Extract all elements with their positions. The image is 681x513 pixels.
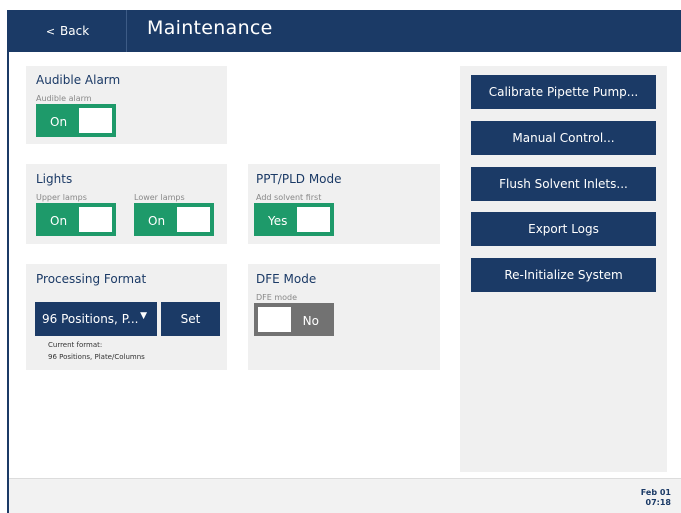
lower-lamps-toggle[interactable]: On: [134, 203, 214, 236]
current-format-label: Current format:: [48, 341, 103, 349]
back-label: Back: [60, 24, 90, 38]
header-bar: < Back Maintenance: [9, 10, 681, 52]
processing-format-title: Processing Format: [36, 272, 147, 286]
export-logs-button[interactable]: Export Logs: [471, 212, 656, 246]
footer-bar: Feb 01 07:18: [9, 478, 681, 513]
re-initialize-system-button[interactable]: Re-Initialize System: [471, 258, 656, 292]
audible-alarm-label: Audible alarm: [36, 94, 92, 103]
time-text: 07:18: [645, 498, 671, 507]
toggle-knob: [177, 207, 210, 232]
add-solvent-first-toggle[interactable]: Yes: [254, 203, 334, 236]
lower-lamps-label: Lower lamps: [134, 193, 185, 202]
toggle-state: No: [302, 314, 319, 328]
add-solvent-first-label: Add solvent first: [256, 193, 322, 202]
upper-lamps-label: Upper lamps: [36, 193, 87, 202]
toggle-knob: [79, 207, 112, 232]
dfe-mode-title: DFE Mode: [256, 272, 317, 286]
current-format-value: 96 Positions, Plate/Columns: [48, 353, 145, 361]
audible-alarm-title: Audible Alarm: [36, 73, 121, 87]
toggle-state: Yes: [268, 214, 288, 228]
audible-alarm-toggle[interactable]: On: [36, 104, 116, 137]
date-text: Feb 01: [640, 488, 671, 497]
format-dropdown-value: 96 Positions, P...: [42, 312, 139, 326]
toggle-knob: [79, 108, 112, 133]
calibrate-pipette-pump-button[interactable]: Calibrate Pipette Pump...: [471, 75, 656, 109]
caret-down-icon: ▼: [140, 311, 147, 321]
dfe-mode-panel: DFE Mode DFE mode No: [248, 264, 440, 370]
dfe-mode-toggle[interactable]: No: [254, 303, 334, 336]
ppt-pld-panel: PPT/PLD Mode Add solvent first Yes: [248, 164, 440, 244]
lights-title: Lights: [36, 172, 73, 186]
back-button[interactable]: < Back: [9, 10, 127, 52]
toggle-knob: [297, 207, 330, 232]
toggle-state: On: [50, 214, 68, 228]
lights-panel: Lights Upper lamps On Lower lamps On: [26, 164, 227, 244]
app-window: < Back Maintenance Audible Alarm Audible…: [7, 10, 681, 513]
toggle-state: On: [148, 214, 166, 228]
ppt-pld-title: PPT/PLD Mode: [256, 172, 342, 186]
toggle-knob: [258, 307, 291, 332]
format-dropdown[interactable]: 96 Positions, P... ▼: [35, 302, 157, 336]
dfe-mode-label: DFE mode: [256, 293, 298, 302]
toggle-state: On: [50, 115, 68, 129]
manual-control-button[interactable]: Manual Control...: [471, 121, 656, 155]
clock: Feb 01 07:18: [641, 488, 671, 508]
flush-solvent-inlets-button[interactable]: Flush Solvent Inlets...: [471, 167, 656, 201]
upper-lamps-toggle[interactable]: On: [36, 203, 116, 236]
page-title: Maintenance: [147, 17, 273, 39]
set-format-button[interactable]: Set: [161, 302, 220, 336]
chevron-left-icon: <: [45, 24, 56, 38]
audible-alarm-panel: Audible Alarm Audible alarm On: [26, 66, 227, 144]
